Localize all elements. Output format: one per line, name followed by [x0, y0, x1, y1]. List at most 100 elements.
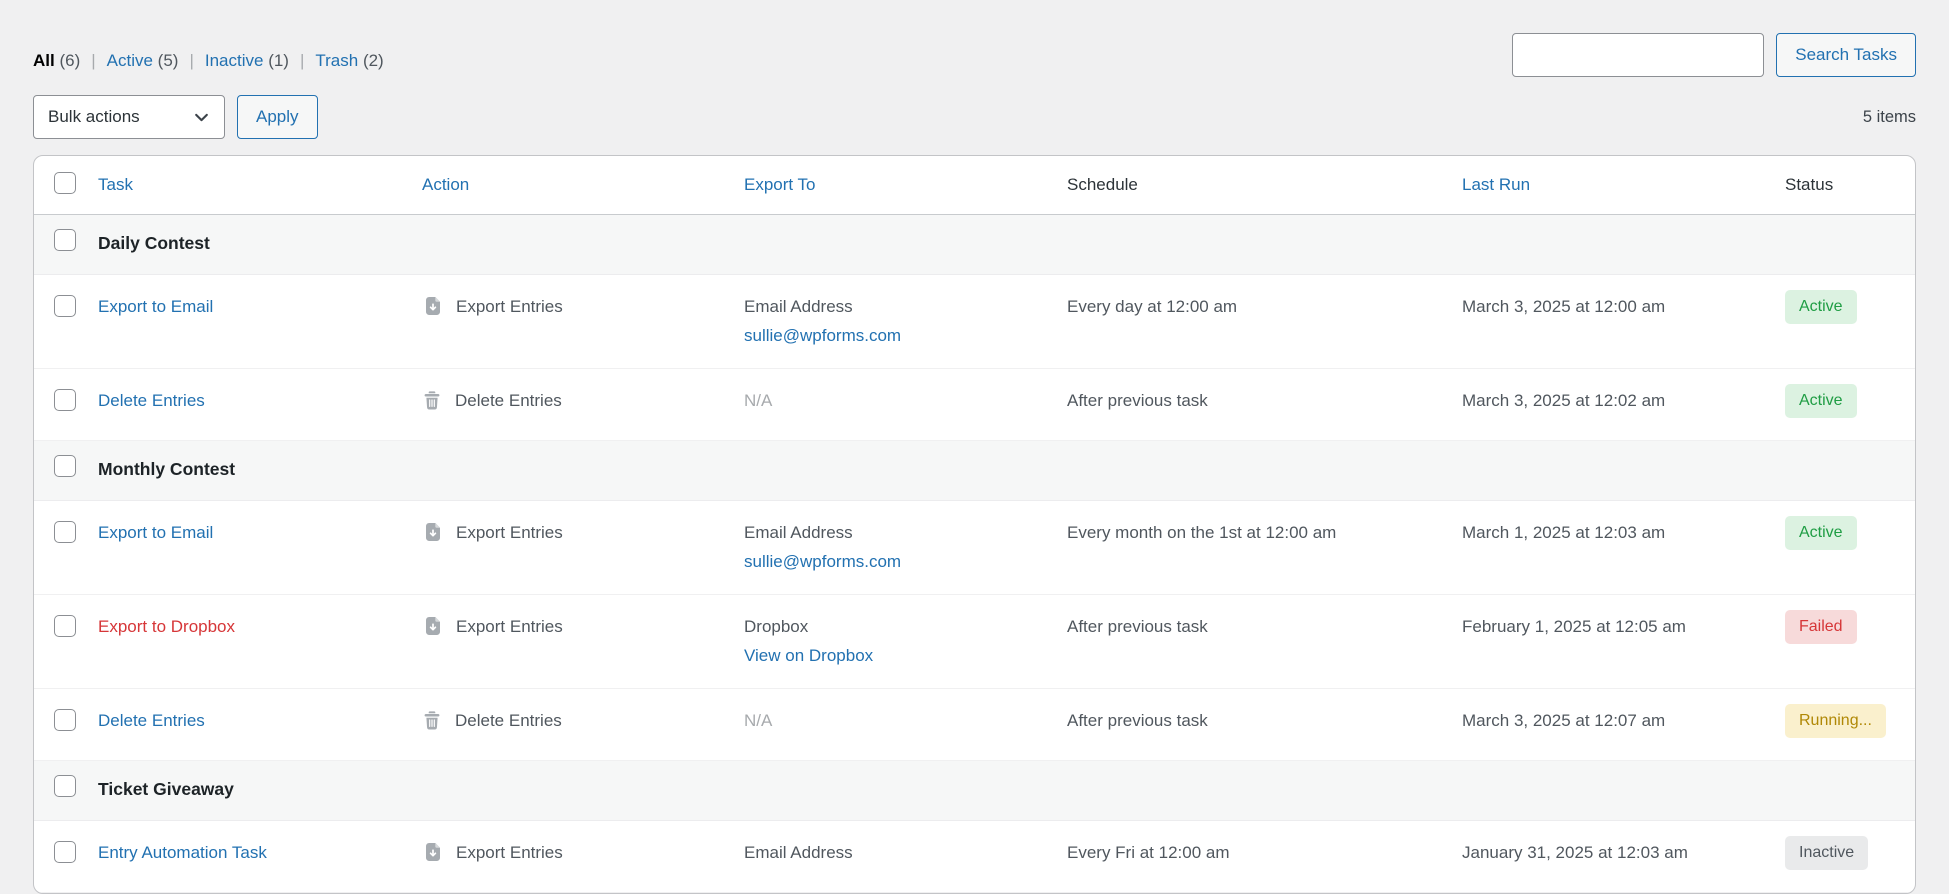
task-cell: Entry Automation Task	[98, 821, 422, 893]
chevron-down-icon	[193, 109, 210, 126]
action-cell: Export Entries	[422, 595, 744, 689]
row-checkbox[interactable]	[54, 455, 76, 477]
trash-icon	[422, 390, 442, 411]
export-to-cell: Email Address	[744, 821, 1067, 893]
status-badge: Running...	[1785, 704, 1886, 738]
group-name-cell: Daily Contest	[98, 215, 1915, 275]
last-run-cell: March 3, 2025 at 12:00 am	[1462, 275, 1785, 369]
export-to-link[interactable]: sullie@wpforms.com	[744, 326, 901, 346]
filter-link-active[interactable]: Active (5)	[107, 51, 179, 70]
status-cell: Active	[1785, 501, 1915, 595]
tasks-page: All (6)|Active (5)|Inactive (1)|Trash (2…	[0, 0, 1949, 894]
row-checkbox[interactable]	[54, 521, 76, 543]
schedule-text: Every Fri at 12:00 am	[1067, 843, 1230, 862]
row-checkbox-cell	[34, 501, 98, 595]
row-checkbox[interactable]	[54, 229, 76, 251]
row-checkbox[interactable]	[54, 775, 76, 797]
export-to-cell: N/A	[744, 689, 1067, 761]
schedule-cell: After previous task	[1067, 689, 1462, 761]
row-checkbox[interactable]	[54, 389, 76, 411]
action-label: Export Entries	[456, 297, 563, 317]
last-run-cell: March 1, 2025 at 12:03 am	[1462, 501, 1785, 595]
last-run-cell: February 1, 2025 at 12:05 am	[1462, 595, 1785, 689]
row-checkbox-cell	[34, 821, 98, 893]
column-header-label-last-run[interactable]: Last Run	[1462, 175, 1530, 194]
task-cell: Export to Email	[98, 501, 422, 595]
task-cell: Export to Email	[98, 275, 422, 369]
group-name: Ticket Giveaway	[98, 779, 234, 799]
task-cell: Delete Entries	[98, 369, 422, 441]
task-row: Delete EntriesDelete EntriesN/AAfter pre…	[34, 369, 1915, 441]
search-tasks-button[interactable]: Search Tasks	[1776, 33, 1916, 77]
task-link[interactable]: Delete Entries	[98, 711, 205, 730]
export-to-cell: N/A	[744, 369, 1067, 441]
task-link[interactable]: Export to Email	[98, 297, 213, 316]
action-label: Export Entries	[456, 617, 563, 637]
apply-button[interactable]: Apply	[237, 95, 318, 139]
filter-count: (1)	[263, 51, 289, 70]
row-checkbox[interactable]	[54, 615, 76, 637]
row-checkbox-cell	[34, 275, 98, 369]
export-to-type: Dropbox	[744, 617, 1057, 637]
filter-label: Inactive	[205, 51, 264, 70]
export-file-icon	[422, 296, 443, 317]
filter-link-inactive[interactable]: Inactive (1)	[205, 51, 289, 70]
row-checkbox[interactable]	[54, 709, 76, 731]
column-header-label-export-to[interactable]: Export To	[744, 175, 816, 194]
group-name: Monthly Contest	[98, 459, 235, 479]
column-header-label-task[interactable]: Task	[98, 175, 133, 194]
filter-label: Active	[107, 51, 153, 70]
column-header-last-run: Last Run	[1462, 156, 1785, 215]
filter-separator: |	[91, 51, 95, 70]
status-badge: Active	[1785, 516, 1857, 550]
action-label: Delete Entries	[455, 711, 562, 731]
task-link[interactable]: Entry Automation Task	[98, 843, 267, 862]
column-header-label-action[interactable]: Action	[422, 175, 469, 194]
schedule-cell: Every day at 12:00 am	[1067, 275, 1462, 369]
row-checkbox[interactable]	[54, 295, 76, 317]
filter-label: Trash	[315, 51, 358, 70]
schedule-cell: Every month on the 1st at 12:00 am	[1067, 501, 1462, 595]
filter-link-trash[interactable]: Trash (2)	[315, 51, 383, 70]
export-to-link[interactable]: sullie@wpforms.com	[744, 552, 901, 572]
group-row: Daily Contest	[34, 215, 1915, 275]
export-to-type: Email Address	[744, 843, 1057, 863]
task-row: Export to Email Export Entries Email Addre…	[34, 501, 1915, 595]
last-run-text: March 3, 2025 at 12:02 am	[1462, 391, 1665, 410]
items-count: 5 items	[1863, 108, 1916, 127]
action-cell: Export Entries	[422, 275, 744, 369]
export-to-link[interactable]: View on Dropbox	[744, 646, 873, 666]
export-to-cell: Email Address sullie@wpforms.com	[744, 501, 1067, 595]
tasks-table: TaskActionExport ToScheduleLast RunStatu…	[34, 156, 1915, 893]
task-row: Export to Email Export Entries Email Addre…	[34, 275, 1915, 369]
export-to-type: Email Address	[744, 523, 1057, 543]
filter-label: All	[33, 51, 55, 70]
status-badge: Active	[1785, 384, 1857, 418]
task-cell: Export to Dropbox	[98, 595, 422, 689]
filter-link-all[interactable]: All (6)	[33, 51, 80, 70]
export-file-icon	[422, 522, 443, 543]
action-cell: Delete Entries	[422, 369, 744, 441]
action-cell: Export Entries	[422, 501, 744, 595]
action-label: Export Entries	[456, 523, 563, 543]
schedule-text: After previous task	[1067, 711, 1208, 730]
last-run-cell: January 31, 2025 at 12:03 am	[1462, 821, 1785, 893]
export-to-type: Email Address	[744, 297, 1057, 317]
task-link[interactable]: Export to Dropbox	[98, 617, 235, 636]
action-cell: Export Entries	[422, 821, 744, 893]
status-cell: Active	[1785, 369, 1915, 441]
schedule-cell: After previous task	[1067, 595, 1462, 689]
action-label: Delete Entries	[455, 391, 562, 411]
task-link[interactable]: Delete Entries	[98, 391, 205, 410]
export-to-na: N/A	[744, 711, 772, 730]
search-input[interactable]	[1512, 33, 1764, 77]
schedule-text: Every day at 12:00 am	[1067, 297, 1237, 316]
export-to-na: N/A	[744, 391, 772, 410]
task-link[interactable]: Export to Email	[98, 523, 213, 542]
column-header-label-schedule: Schedule	[1067, 175, 1138, 194]
schedule-text: Every month on the 1st at 12:00 am	[1067, 523, 1336, 542]
last-run-text: January 31, 2025 at 12:03 am	[1462, 843, 1688, 862]
bulk-actions-select[interactable]: Bulk actions	[33, 95, 225, 139]
select-all-checkbox[interactable]	[54, 172, 76, 194]
row-checkbox-cell	[34, 689, 98, 761]
